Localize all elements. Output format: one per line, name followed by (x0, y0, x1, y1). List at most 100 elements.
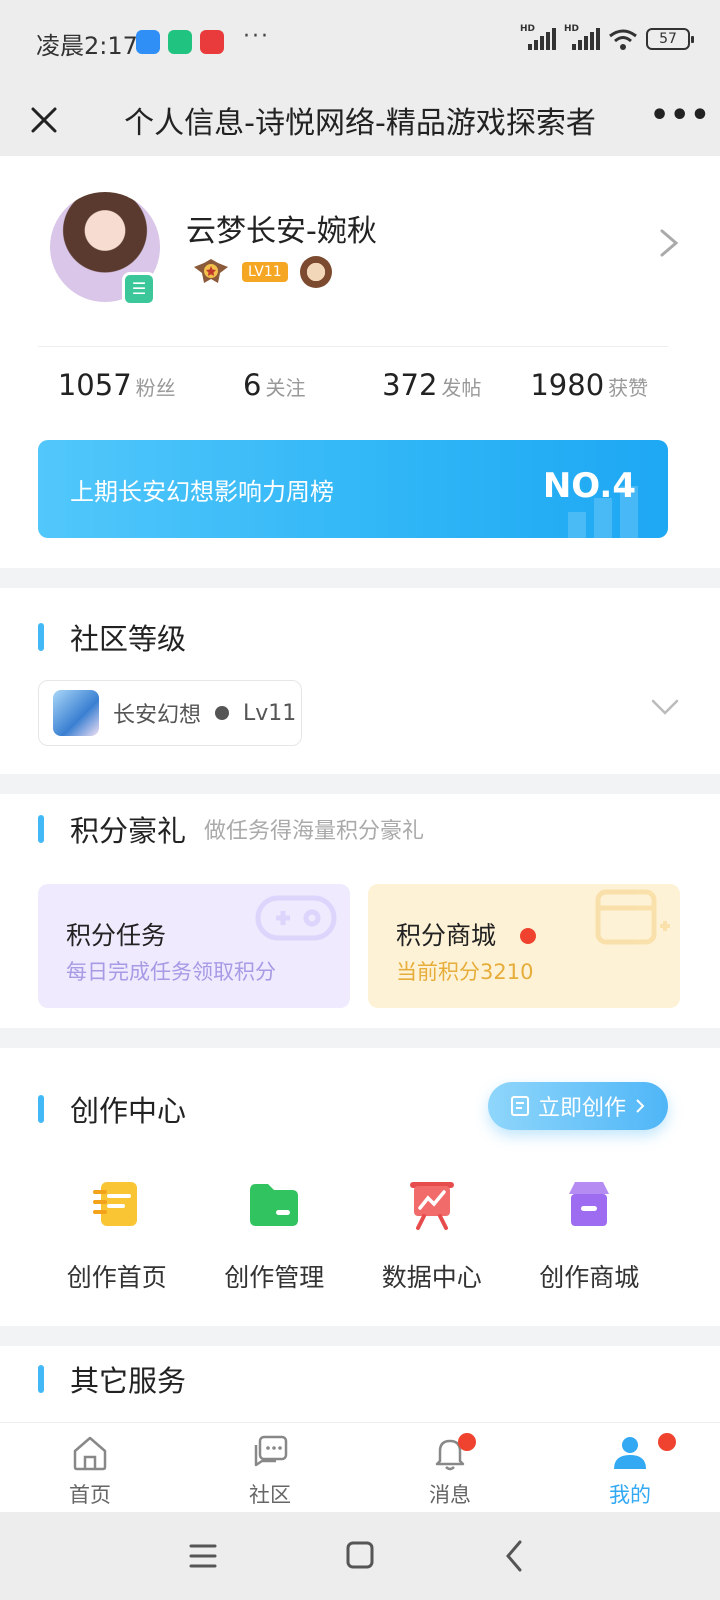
creation-data-center[interactable]: 数据中心 (353, 1176, 511, 1294)
separator-dot (215, 706, 230, 720)
nav-community[interactable]: 社区 (180, 1423, 360, 1512)
medal-icon[interactable] (192, 257, 230, 287)
document-icon (510, 1096, 529, 1116)
gamepad-icon (255, 895, 337, 941)
game-icon (53, 690, 99, 736)
creation-home[interactable]: 创作首页 (38, 1176, 196, 1294)
stat-number: 1057 (57, 368, 132, 402)
section-accent-bar (38, 815, 44, 843)
wifi-icon (609, 29, 637, 50)
game-name: 长安幻想 (113, 703, 202, 728)
status-app-icons (136, 30, 224, 54)
section-accent-bar (38, 1365, 44, 1393)
section-accent-bar (38, 623, 44, 651)
profile-card: ☰ 云梦长安-婉秋 LV11 1057 粉丝 6 关注 372 发帖 1980 获赞 (0, 156, 720, 568)
rank-title: 上期长安幻想影响力周榜 (70, 478, 334, 506)
tile-title: 积分任务 (66, 921, 167, 950)
level-tag[interactable]: LV11 (242, 262, 288, 282)
notification-dot (658, 1433, 676, 1451)
stat-posts[interactable]: 372 发帖 (353, 368, 511, 402)
title-bar: 个人信息-诗悦网络-精品游戏探索者 ••• (0, 84, 720, 156)
tile-description: 当前积分3210 (396, 960, 534, 984)
menu-icon[interactable] (183, 1538, 223, 1574)
creation-item-label: 创作首页 (66, 1263, 167, 1292)
nav-home[interactable]: 首页 (0, 1423, 180, 1512)
nav-label: 消息 (429, 1483, 471, 1507)
back-icon[interactable] (496, 1538, 536, 1574)
stat-number: 6 (243, 368, 262, 402)
status-more-icon: ··· (243, 24, 270, 49)
shield-app-icon (168, 30, 192, 54)
chevron-down-icon[interactable] (650, 696, 680, 718)
chevron-right-icon[interactable] (656, 228, 682, 258)
creation-item-label: 数据中心 (381, 1263, 482, 1292)
creation-manage[interactable]: 创作管理 (196, 1176, 354, 1294)
status-indicators: HD HD 57 (520, 24, 694, 50)
nav-mine[interactable]: 我的 (540, 1423, 720, 1512)
points-card: 积分豪礼 做任务得海量积分豪礼 积分任务 每日完成任务领取积分 积分商城 当前积… (0, 794, 720, 1028)
home-icon (73, 1436, 107, 1471)
battery-icon: 57 (646, 28, 694, 50)
nav-label: 社区 (249, 1483, 291, 1507)
chat-icon (254, 1435, 288, 1467)
nav-messages[interactable]: 消息 (360, 1423, 540, 1512)
rank-number: NO.4 (542, 466, 636, 506)
page-title: 个人信息-诗悦网络-精品游戏探索者 (124, 106, 596, 141)
stat-label: 获赞 (608, 376, 649, 400)
news-app-icon (200, 30, 224, 54)
section-title: 社区等级 (70, 622, 187, 656)
stat-likes[interactable]: 1980 获赞 (511, 368, 669, 402)
stat-number: 372 (382, 368, 438, 402)
creation-item-label: 创作商城 (539, 1263, 640, 1292)
section-accent-bar (38, 1095, 44, 1123)
home-square-icon[interactable] (340, 1538, 380, 1574)
creation-center-card: 创作中心 立即创作 创作首页 创作管理 数据中心 创作商城 (0, 1048, 720, 1326)
signal-hd-label: HD (520, 24, 536, 34)
community-level-card: 社区等级 长安幻想 Lv11 (0, 588, 720, 774)
points-task-tile[interactable]: 积分任务 每日完成任务领取积分 (38, 884, 350, 1008)
create-now-button[interactable]: 立即创作 (488, 1082, 668, 1130)
section-subtitle: 做任务得海量积分豪礼 (204, 819, 425, 844)
shop-box-icon (595, 889, 670, 945)
tile-title: 积分商城 (396, 921, 497, 950)
game-level: Lv11 (243, 700, 297, 726)
tile-description: 每日完成任务领取积分 (66, 960, 276, 984)
notebook-icon (92, 1182, 137, 1226)
stat-following[interactable]: 6 关注 (196, 368, 354, 402)
status-time: 凌晨2:17 (36, 32, 138, 60)
folder-icon (250, 1184, 299, 1226)
more-options-icon[interactable]: ••• (650, 98, 710, 142)
nav-label: 我的 (609, 1483, 651, 1507)
stat-label: 关注 (265, 376, 306, 400)
chevron-right-icon (636, 1099, 645, 1113)
divider (38, 346, 668, 347)
points-shop-tile[interactable]: 积分商城 当前积分3210 (368, 884, 680, 1008)
user-badges: LV11 (192, 256, 332, 288)
stat-fans[interactable]: 1057 粉丝 (38, 368, 196, 402)
section-title: 其它服务 (70, 1364, 187, 1398)
user-icon (614, 1437, 646, 1469)
cloud-app-icon (136, 30, 160, 54)
user-name: 云梦长安-婉秋 (186, 214, 377, 249)
stat-label: 粉丝 (135, 376, 176, 400)
section-header: 积分豪礼 做任务得海量积分豪礼 (38, 808, 424, 850)
create-button-label: 立即创作 (537, 1096, 626, 1121)
stat-label: 发帖 (441, 376, 482, 400)
section-title: 积分豪礼 (70, 814, 187, 848)
creation-item-label: 创作管理 (224, 1263, 325, 1292)
avatar-badge-icon: ☰ (122, 272, 156, 306)
chart-board-icon (409, 1182, 454, 1230)
section-title: 创作中心 (70, 1094, 187, 1128)
other-services-card: 其它服务 (0, 1346, 720, 1426)
creation-store[interactable]: 创作商城 (511, 1176, 669, 1294)
creation-grid: 创作首页 创作管理 数据中心 创作商城 (38, 1176, 668, 1294)
user-stats: 1057 粉丝 6 关注 372 发帖 1980 获赞 (38, 368, 668, 402)
stat-number: 1980 (530, 368, 605, 402)
section-header: 其它服务 (38, 1358, 186, 1400)
game-level-chip[interactable]: 长安幻想 Lv11 (38, 680, 302, 746)
weekly-rank-banner[interactable]: 上期长安幻想影响力周榜 NO.4 (38, 440, 668, 538)
signal-icon: HD (520, 24, 556, 50)
system-nav-bar (0, 1512, 720, 1600)
game-role-avatar[interactable] (299, 256, 332, 288)
status-bar: 凌晨2:17 ··· HD HD 57 (0, 0, 720, 84)
